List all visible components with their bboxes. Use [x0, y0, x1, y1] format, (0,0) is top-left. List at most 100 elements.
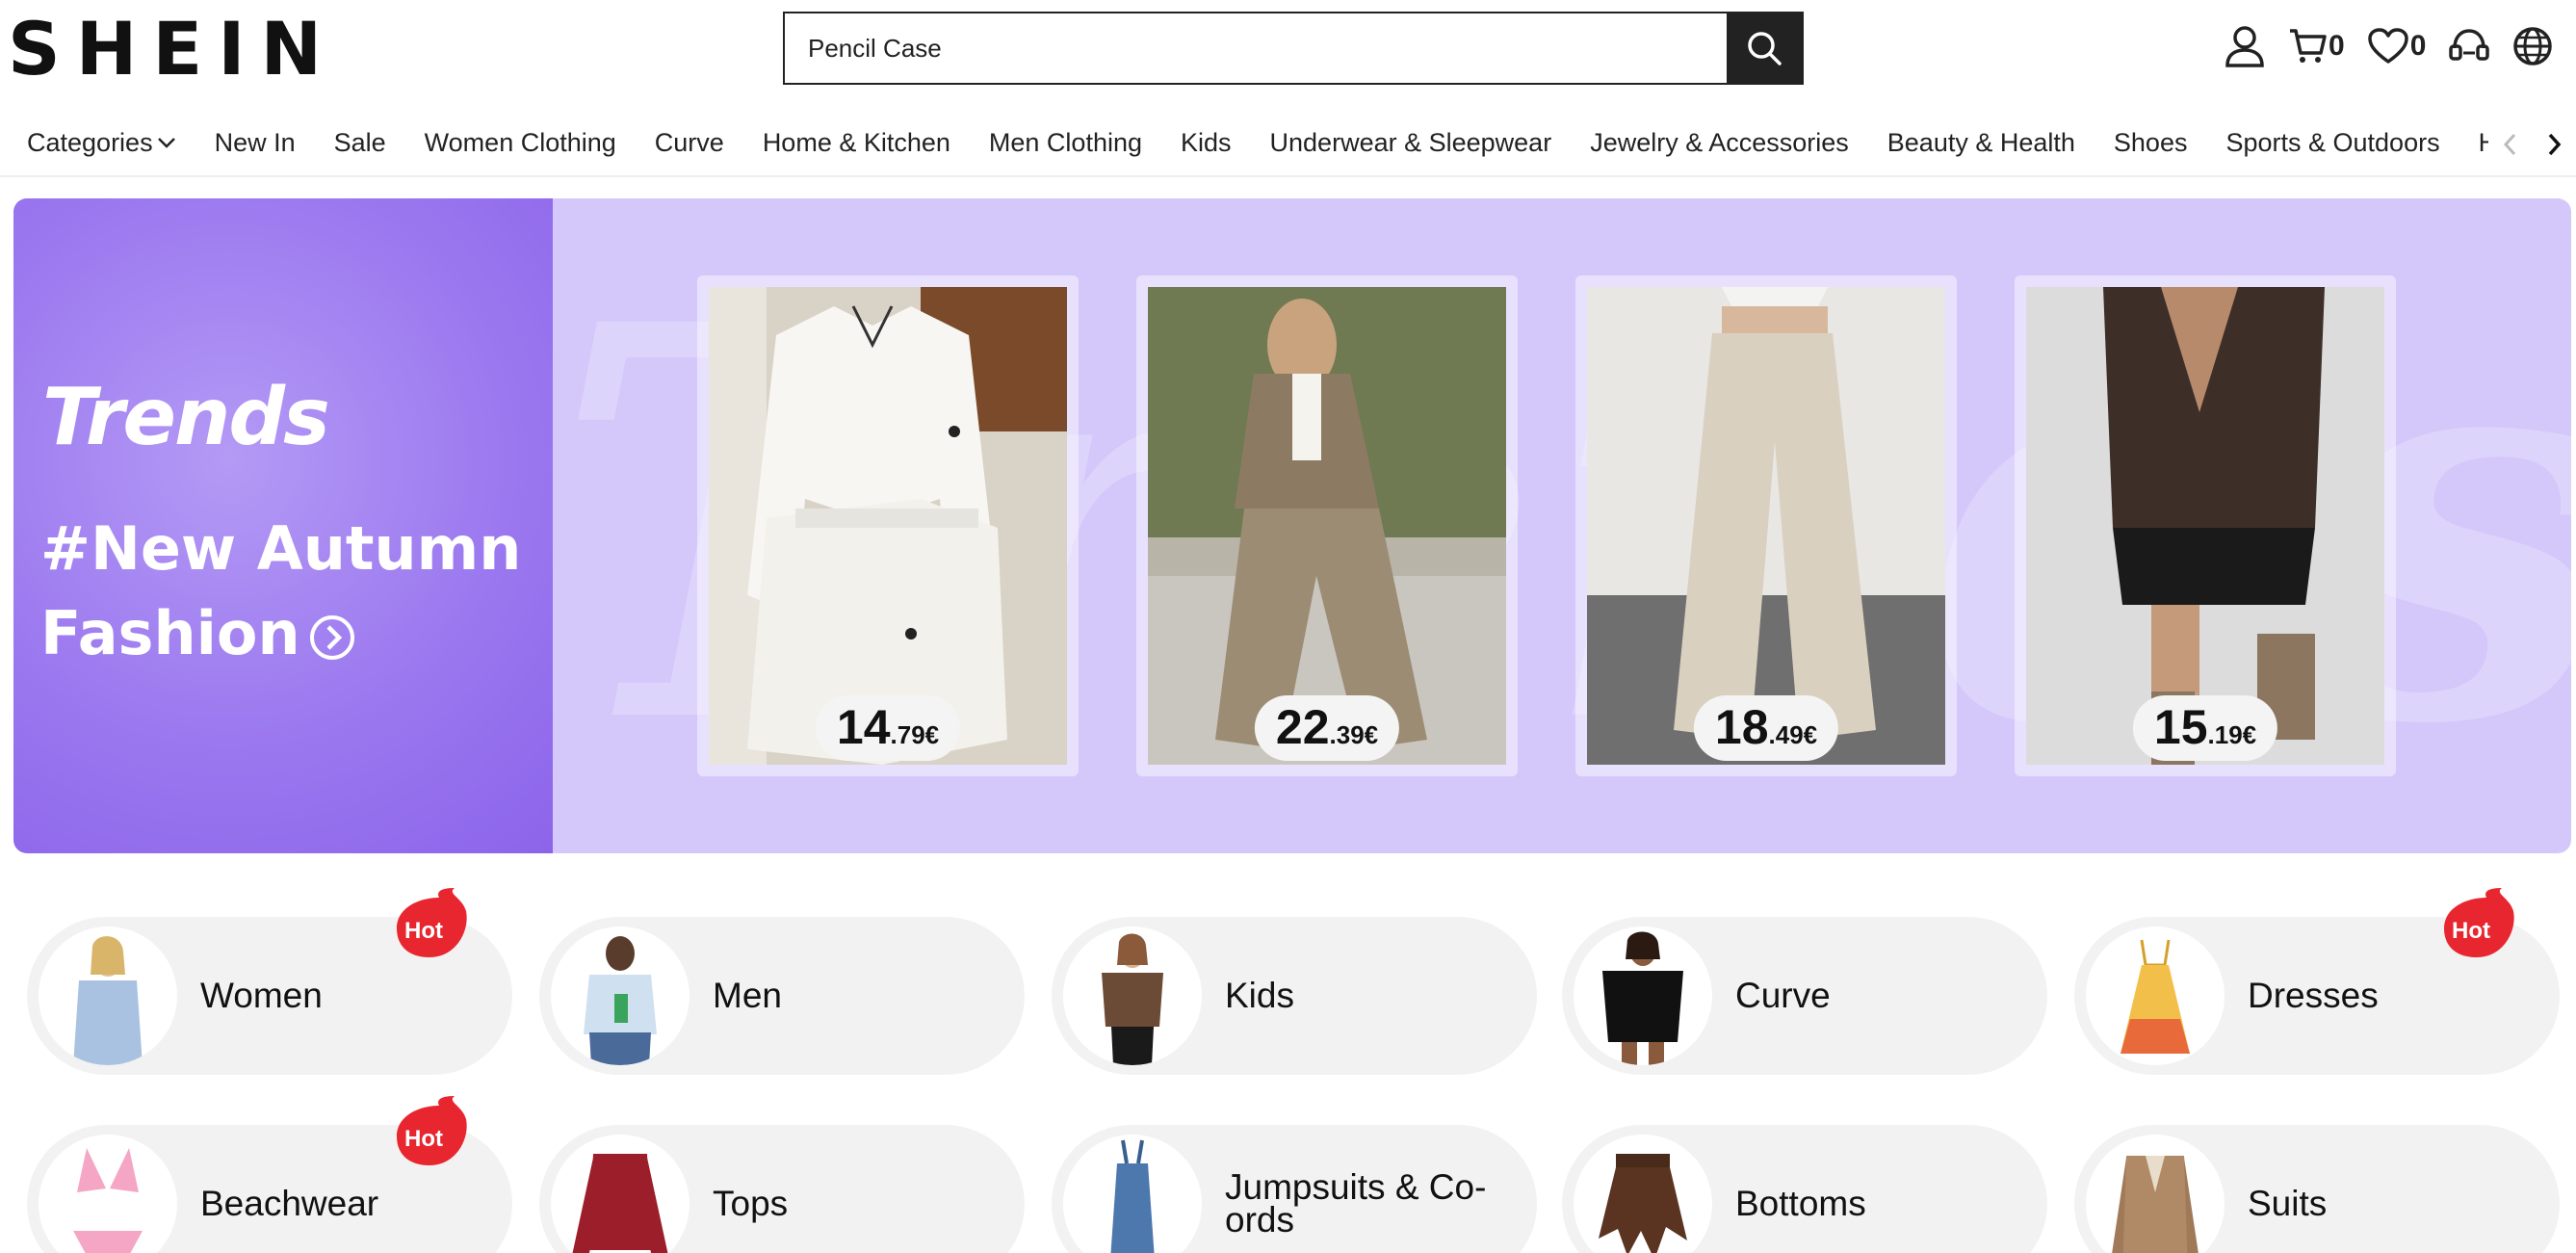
search-input[interactable] — [785, 13, 1727, 83]
hot-label: Hot — [404, 1126, 443, 1152]
trends-banner[interactable]: Trends Trends #New Autumn Fashion 14.79€ — [13, 198, 2571, 853]
chevron-left-icon[interactable] — [2502, 132, 2519, 157]
nav-item-beauty-health[interactable]: Beauty & Health — [1887, 123, 2075, 162]
category-label: Kids — [1225, 976, 1294, 1015]
product-card[interactable]: 14.79€ — [697, 275, 1079, 776]
price-main: 14 — [836, 700, 891, 754]
category-label: Bottoms — [1735, 1184, 1866, 1223]
search-button[interactable] — [1727, 13, 1802, 83]
product-price: 22.39€ — [1254, 695, 1400, 761]
product-price: 15.19€ — [2132, 695, 2278, 761]
flame-icon: Hot — [2444, 888, 2514, 957]
category-label: Men — [713, 976, 782, 1015]
hot-badge: Hot — [391, 886, 468, 968]
arrow-circle-right-icon — [309, 614, 354, 660]
category-image-beachwear — [39, 1135, 177, 1253]
banner-title-text: #New Autumn Fashion — [40, 513, 522, 668]
category-image-curve — [1574, 927, 1712, 1065]
category-image-men — [551, 927, 690, 1065]
product-card[interactable]: 18.49€ — [1575, 275, 1957, 776]
trends-logo: Trends — [42, 372, 330, 463]
header-actions: 0 0 — [2225, 25, 2576, 67]
category-women[interactable]: Women Hot — [27, 888, 512, 1075]
nav-item-label: Categories — [27, 128, 153, 157]
product-price: 14.79€ — [815, 695, 961, 761]
category-label: Tops — [713, 1184, 789, 1223]
language-button[interactable] — [2512, 26, 2553, 66]
category-label: Women — [200, 976, 323, 1015]
product-image-wide-pants — [1587, 287, 1945, 765]
headset-icon — [2449, 29, 2490, 61]
cart-button[interactable]: 0 — [2288, 27, 2345, 65]
cart-count: 0 — [2329, 30, 2345, 62]
nav-item-new-in[interactable]: New In — [215, 123, 296, 162]
chevron-right-icon[interactable] — [2545, 132, 2563, 157]
shein-logo[interactable]: SHEIN — [8, 10, 337, 89]
category-image-jumpsuits — [1063, 1135, 1202, 1253]
nav-item-men-clothing[interactable]: Men Clothing — [989, 123, 1142, 162]
category-tops[interactable]: Tops — [539, 1125, 1025, 1253]
nav-item-shoes[interactable]: Shoes — [2114, 123, 2188, 162]
nav-item-sale[interactable]: Sale — [334, 123, 386, 162]
product-card[interactable]: 22.39€ — [1136, 275, 1518, 776]
banner-title[interactable]: #New Autumn Fashion — [40, 507, 522, 676]
category-bottoms[interactable]: Bottoms — [1562, 1125, 2047, 1253]
hot-badge: Hot — [391, 1094, 468, 1176]
flame-icon: Hot — [397, 1096, 467, 1165]
price-cents: .39€ — [1329, 720, 1379, 749]
nav-item-jewelry-accessories[interactable]: Jewelry & Accessories — [1590, 123, 1849, 162]
chevron-down-icon — [157, 138, 175, 148]
product-image-plaid-suit — [1148, 287, 1506, 765]
nav-item-underwear-sleepwear[interactable]: Underwear & Sleepwear — [1270, 123, 1552, 162]
category-beachwear[interactable]: Beachwear Hot — [27, 1096, 512, 1253]
price-main: 22 — [1275, 700, 1330, 754]
price-cents: .19€ — [2207, 720, 2257, 749]
category-label: Suits — [2248, 1184, 2328, 1223]
category-image-suits — [2086, 1135, 2225, 1253]
nav-item-kids[interactable]: Kids — [1181, 123, 1232, 162]
category-suits[interactable]: Suits — [2074, 1125, 2560, 1253]
hot-badge: Hot — [2438, 886, 2515, 968]
price-main: 18 — [1714, 700, 1769, 754]
site-header: SHEIN 0 0 — [0, 0, 2576, 96]
cart-icon — [2290, 29, 2327, 63]
heart-icon — [2367, 28, 2408, 64]
product-image-sequin-top — [2026, 287, 2384, 765]
category-label: Jumpsuits & Co-ords — [1225, 1167, 1487, 1240]
category-nav: Categories New In Sale Women Clothing Cu… — [0, 112, 2576, 177]
price-cents: .49€ — [1768, 720, 1818, 749]
category-image-women — [39, 927, 177, 1065]
search-icon — [1748, 32, 1782, 65]
search-bar — [783, 12, 1804, 85]
category-dresses[interactable]: Dresses Hot — [2074, 888, 2560, 1075]
nav-items: Categories New In Sale Women Clothing Cu… — [27, 123, 2492, 162]
category-curve[interactable]: Curve — [1562, 917, 2047, 1075]
category-jumpsuits[interactable]: Jumpsuits & Co-ords — [1052, 1125, 1537, 1253]
category-kids[interactable]: Kids — [1052, 917, 1537, 1075]
user-icon — [2225, 26, 2264, 67]
wishlist-count: 0 — [2409, 30, 2427, 62]
flame-icon: Hot — [397, 888, 467, 957]
category-image-tops — [551, 1135, 690, 1253]
hot-label: Hot — [2452, 918, 2490, 944]
hot-label: Hot — [404, 918, 443, 944]
nav-scroll-controls — [2488, 121, 2576, 168]
nav-item-home-kitchen[interactable]: Home & Kitchen — [763, 123, 950, 162]
category-image-bottoms — [1574, 1135, 1712, 1253]
price-cents: .79€ — [890, 720, 940, 749]
nav-item-women-clothing[interactable]: Women Clothing — [425, 123, 616, 162]
nav-item-sports-outdoors[interactable]: Sports & Outdoors — [2225, 123, 2439, 162]
product-image-white-set — [709, 287, 1067, 765]
category-label: Dresses — [2248, 976, 2379, 1015]
product-card[interactable]: 15.19€ — [2015, 275, 2396, 776]
account-button[interactable] — [2225, 25, 2265, 67]
category-image-dresses — [2086, 927, 2225, 1065]
wishlist-button[interactable]: 0 — [2367, 28, 2427, 65]
category-label: Beachwear — [200, 1184, 379, 1223]
support-button[interactable] — [2449, 27, 2490, 65]
nav-item-curve[interactable]: Curve — [655, 123, 724, 162]
category-image-kids — [1063, 927, 1202, 1065]
nav-item-categories[interactable]: Categories — [27, 123, 176, 162]
category-label: Curve — [1735, 976, 1831, 1015]
category-men[interactable]: Men — [539, 917, 1025, 1075]
